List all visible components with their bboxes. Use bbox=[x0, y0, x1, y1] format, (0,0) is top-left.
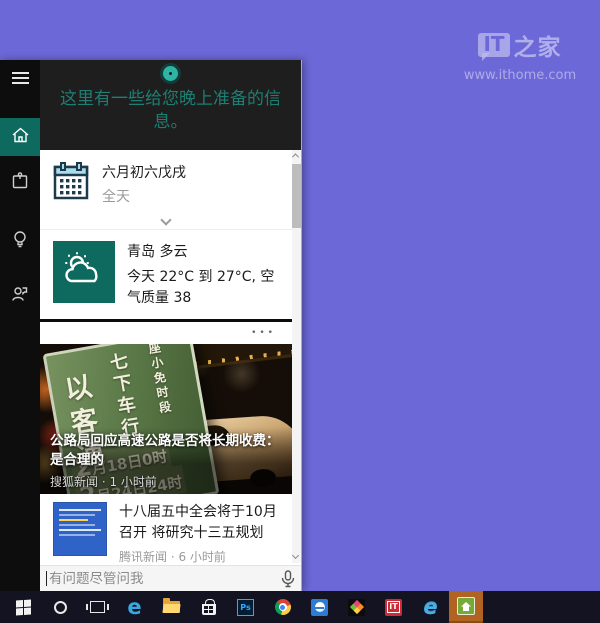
sidebar-item-notebook[interactable] bbox=[0, 164, 40, 202]
calendar-card[interactable]: 六月初六戊戌 全天 bbox=[40, 150, 292, 214]
taskbar-ie-button[interactable]: e bbox=[412, 591, 449, 623]
taskbar-photoshop-button[interactable]: Ps bbox=[227, 591, 264, 623]
sidebar-item-home[interactable] bbox=[0, 118, 40, 156]
taskbar-chrome-button[interactable] bbox=[264, 591, 301, 623]
hamburger-menu-icon[interactable] bbox=[0, 60, 40, 96]
sidebar-item-feedback[interactable] bbox=[0, 277, 40, 315]
taskbar-app-blue-button[interactable] bbox=[301, 591, 338, 623]
chevron-down-icon bbox=[160, 214, 171, 225]
cortana-circle-icon bbox=[54, 601, 67, 614]
ithome-url: www.ithome.com bbox=[455, 68, 585, 83]
taskbar-ithome-button[interactable]: IT bbox=[375, 591, 412, 623]
ithome-app-icon: IT bbox=[385, 599, 402, 616]
desktop: IT 之家 www.ithome.com bbox=[0, 0, 600, 623]
search-input[interactable] bbox=[40, 566, 275, 591]
cortana-header: 这里有一些给您晚上准备的信息。 bbox=[40, 60, 301, 150]
calendar-title: 六月初六戊戌 bbox=[102, 162, 186, 182]
text-cursor bbox=[46, 571, 47, 586]
news-source: 搜狐新闻 · 1 小时前 bbox=[50, 473, 282, 490]
collapse-chevron[interactable] bbox=[40, 214, 292, 230]
taskbar-edge-button[interactable]: e bbox=[116, 591, 153, 623]
partly-cloudy-icon bbox=[61, 250, 107, 294]
taskbar-photo-app-button[interactable] bbox=[338, 591, 375, 623]
taskbar-file-explorer-button[interactable] bbox=[153, 591, 190, 623]
cortana-sidebar bbox=[0, 60, 40, 591]
news-card[interactable]: ••• 以客通 七下车行 座小免时段 2月18日0时 bbox=[40, 322, 292, 494]
microphone-icon[interactable] bbox=[275, 570, 301, 588]
blue-app-icon bbox=[311, 599, 328, 616]
start-button[interactable] bbox=[5, 591, 42, 623]
edge-icon: e bbox=[127, 597, 141, 618]
scrollbar[interactable] bbox=[292, 150, 301, 563]
home-icon bbox=[11, 126, 30, 148]
sidebar-item-reminders[interactable] bbox=[0, 222, 40, 260]
photo-app-icon bbox=[348, 599, 365, 616]
more-options-icon[interactable]: ••• bbox=[251, 328, 276, 338]
cortana-logo-icon bbox=[163, 66, 178, 81]
scroll-down-icon[interactable] bbox=[293, 553, 300, 560]
photoshop-icon: Ps bbox=[237, 599, 254, 616]
weather-detail: 今天 22°C 到 27°C, 空气质量 38 bbox=[127, 267, 286, 309]
folder-icon bbox=[163, 601, 180, 613]
cortana-panel-main: 这里有一些给您晚上准备的信息。 bbox=[40, 60, 301, 591]
calendar-subtitle: 全天 bbox=[102, 186, 186, 206]
weather-location: 青岛 多云 bbox=[127, 241, 286, 261]
cortana-panel: 这里有一些给您晚上准备的信息。 bbox=[0, 60, 302, 591]
news-photo[interactable]: 以客通 七下车行 座小免时段 2月18日0时 2月24日24时 公路局回应高速公… bbox=[40, 344, 292, 494]
store-bag-icon bbox=[202, 604, 216, 615]
news-title: 十八届五中全会将于10月召开 将研究十三五规划 bbox=[119, 502, 286, 544]
ithome-logo-text: 之家 bbox=[514, 28, 562, 62]
sign-text-column: 座小免时段 bbox=[145, 344, 175, 417]
taskbar-active-app-button[interactable] bbox=[449, 591, 483, 623]
notebook-icon bbox=[11, 172, 29, 194]
internet-explorer-icon: e bbox=[423, 597, 437, 618]
ask-me-anything-box[interactable] bbox=[40, 565, 301, 591]
scrollbar-thumb[interactable] bbox=[292, 164, 301, 228]
cortana-content: 六月初六戊戌 全天 bbox=[40, 150, 301, 565]
ithome-logo-icon: IT bbox=[478, 33, 509, 57]
scroll-up-icon[interactable] bbox=[293, 153, 300, 160]
weather-card[interactable]: 青岛 多云 今天 22°C 到 27°C, 空气质量 38 bbox=[40, 230, 292, 319]
task-view-button[interactable] bbox=[79, 591, 116, 623]
person-feedback-icon bbox=[11, 285, 29, 307]
greeting-text: 这里有一些给您晚上准备的信息。 bbox=[53, 88, 289, 134]
taskbar-store-button[interactable] bbox=[190, 591, 227, 623]
lightbulb-icon bbox=[12, 230, 28, 253]
calendar-icon bbox=[53, 162, 89, 204]
windows-logo-icon bbox=[16, 599, 31, 615]
news-source: 腾讯新闻 · 6 小时前 bbox=[119, 548, 286, 565]
news-list-item[interactable]: 十八届五中全会将于10月召开 将研究十三五规划 腾讯新闻 · 6 小时前 bbox=[40, 494, 292, 565]
task-view-icon bbox=[90, 601, 105, 613]
green-house-app-icon bbox=[457, 597, 475, 615]
news-title: 公路局回应高速公路是否将长期收费：是合理的 bbox=[50, 432, 282, 471]
chrome-icon bbox=[275, 599, 291, 615]
weather-tile bbox=[53, 241, 115, 303]
ithome-watermark: IT 之家 www.ithome.com bbox=[455, 28, 585, 83]
taskbar-cortana-button[interactable] bbox=[42, 591, 79, 623]
news-thumbnail bbox=[53, 502, 107, 556]
taskbar: e Ps IT e bbox=[0, 591, 600, 623]
